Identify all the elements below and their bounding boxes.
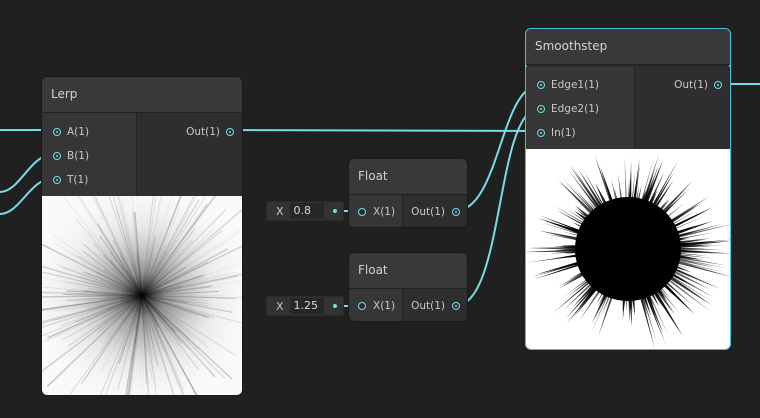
port-label: T(1)	[67, 174, 89, 186]
port-connector-icon[interactable]	[226, 128, 234, 136]
node-title[interactable]: Float	[349, 159, 467, 195]
port-connector-icon[interactable]	[452, 302, 460, 310]
output-port-out[interactable]: Out(1)	[411, 294, 460, 318]
port-connector-icon[interactable]	[452, 208, 460, 216]
port-label: Out(1)	[411, 300, 445, 312]
float-node[interactable]: Float X(1) Out(1)	[348, 252, 468, 322]
port-label: X(1)	[373, 300, 396, 312]
port-connector-icon[interactable]	[714, 81, 722, 89]
smoothstep-node[interactable]: Smoothstep Edge1(1) Edge2(1) In(1) Out(1…	[525, 28, 731, 350]
port-label: Out(1)	[411, 206, 445, 218]
link-dot-icon	[333, 209, 337, 213]
node-title[interactable]: Smoothstep	[526, 29, 730, 65]
port-connector-icon[interactable]	[537, 105, 545, 113]
port-connector-icon[interactable]	[358, 302, 366, 310]
field-label: X	[276, 204, 284, 218]
float-value-field[interactable]: X 0.8	[266, 201, 344, 221]
port-label: In(1)	[551, 127, 576, 139]
port-connector-icon[interactable]	[537, 129, 545, 137]
input-port-in[interactable]: In(1)	[537, 121, 576, 145]
link-dot-icon	[333, 304, 337, 308]
output-port-out[interactable]: Out(1)	[186, 120, 234, 144]
port-connector-icon[interactable]	[358, 208, 366, 216]
port-label: Out(1)	[674, 79, 708, 91]
port-label: Edge1(1)	[551, 79, 599, 91]
port-label: A(1)	[67, 126, 90, 138]
port-label: Out(1)	[186, 126, 220, 138]
output-port-out[interactable]: Out(1)	[674, 73, 722, 97]
input-port-t[interactable]: T(1)	[53, 168, 88, 192]
port-label: Edge2(1)	[551, 103, 599, 115]
node-title[interactable]: Float	[349, 253, 467, 289]
lerp-node[interactable]: Lerp A(1) B(1) T(1) Out(1)	[41, 76, 243, 396]
smoothstep-preview-image	[526, 149, 730, 349]
float-node[interactable]: Float X(1) Out(1)	[348, 158, 468, 228]
field-label: X	[276, 299, 284, 313]
input-port-edge2[interactable]: Edge2(1)	[537, 97, 599, 121]
float-value-input[interactable]: 0.8	[289, 203, 324, 219]
input-port-a[interactable]: A(1)	[53, 120, 89, 144]
port-connector-icon[interactable]	[53, 176, 61, 184]
float-value-field[interactable]: X 1.25	[266, 296, 344, 316]
input-port-b[interactable]: B(1)	[53, 144, 89, 168]
input-port-x[interactable]: X(1)	[358, 200, 395, 224]
node-title[interactable]: Lerp	[42, 77, 242, 113]
output-port-out[interactable]: Out(1)	[411, 200, 460, 224]
wire-lerp-to-smoothstep-in[interactable]	[229, 129, 541, 132]
port-connector-icon[interactable]	[53, 152, 61, 160]
port-connector-icon[interactable]	[537, 81, 545, 89]
port-label: B(1)	[67, 150, 90, 162]
port-label: X(1)	[373, 206, 396, 218]
input-port-edge1[interactable]: Edge1(1)	[537, 73, 599, 97]
lerp-preview-image	[42, 196, 242, 395]
port-connector-icon[interactable]	[53, 128, 61, 136]
float-value-input[interactable]: 1.25	[289, 298, 324, 314]
input-port-x[interactable]: X(1)	[358, 294, 395, 318]
